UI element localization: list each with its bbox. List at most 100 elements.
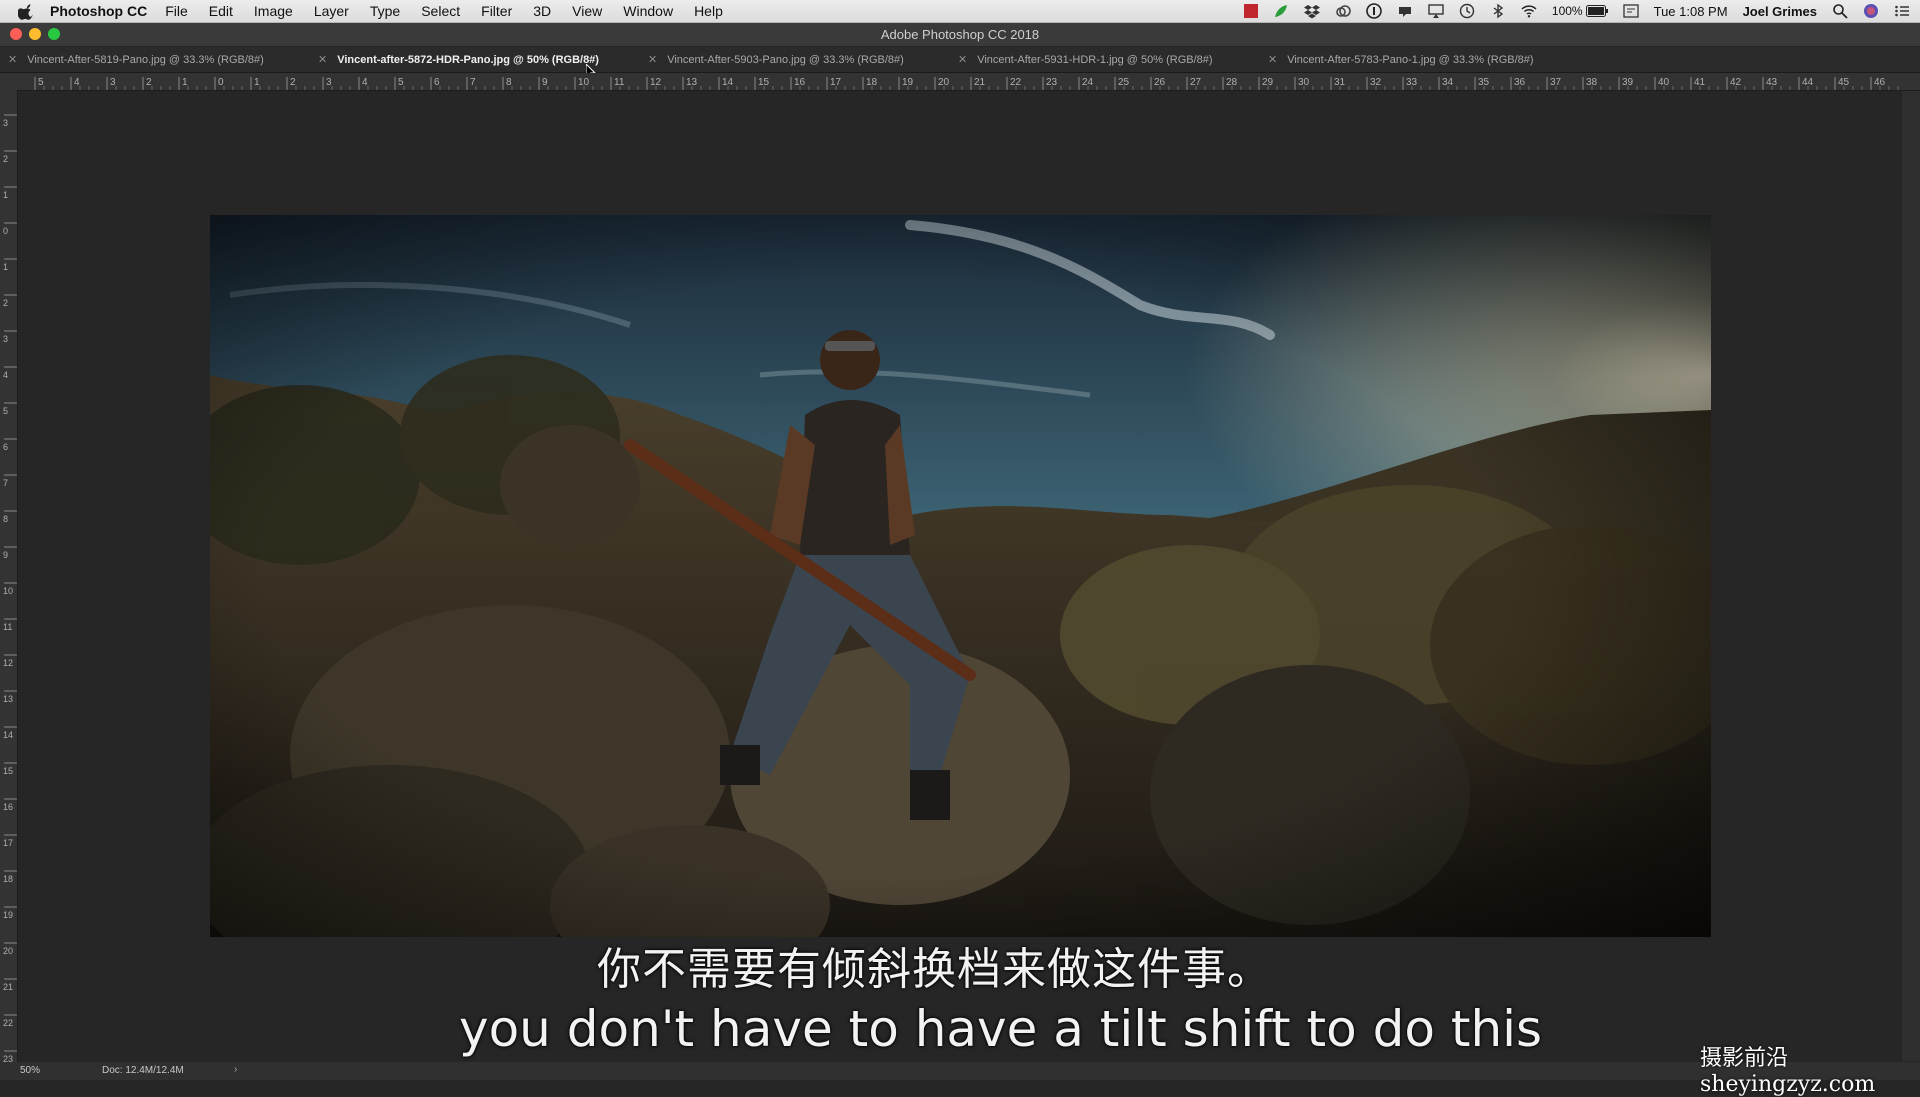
document-tab[interactable]: ✕ Vincent-After-5931-HDR-1.jpg @ 50% (RG…: [958, 47, 1213, 72]
wifi-icon[interactable]: [1521, 3, 1537, 19]
tab-close-icon[interactable]: ✕: [648, 53, 657, 66]
dropbox-icon[interactable]: [1303, 3, 1320, 19]
document-tab-active[interactable]: ✕ Vincent-after-5872-HDR-Pano.jpg @ 50% …: [318, 47, 599, 72]
ruler-label: 38: [1586, 77, 1598, 88]
tab-close-icon[interactable]: ✕: [958, 53, 967, 66]
status-menu-chevron-icon[interactable]: ›: [234, 1064, 237, 1075]
menu-filter[interactable]: Filter: [481, 3, 512, 19]
ruler-label: 9: [542, 77, 548, 88]
ruler-label: 20: [938, 77, 950, 88]
ruler-label: 0: [218, 77, 224, 88]
ruler-label: 2: [3, 154, 8, 164]
bluetooth-icon[interactable]: [1490, 3, 1506, 19]
menu-select[interactable]: Select: [421, 3, 460, 19]
ruler-label: 3: [3, 118, 8, 128]
notification-app-icon[interactable]: [1397, 3, 1413, 19]
menu-edit[interactable]: Edit: [209, 3, 233, 19]
ruler-label: 35: [1478, 77, 1490, 88]
vignette: [210, 215, 1711, 937]
tab-label[interactable]: Vincent-After-5931-HDR-1.jpg @ 50% (RGB/…: [977, 54, 1212, 66]
onepassword-icon[interactable]: [1366, 3, 1382, 19]
spotlight-search-icon[interactable]: [1832, 3, 1848, 19]
window-title-bar: Adobe Photoshop CC 2018: [0, 23, 1920, 46]
airplay-icon[interactable]: [1428, 3, 1444, 19]
watermark: 摄影前沿 sheyingzyz.com: [1700, 1046, 1876, 1097]
ruler-label: 4: [3, 370, 8, 380]
menu-layer[interactable]: Layer: [314, 3, 349, 19]
ruler-label: 24: [1082, 77, 1094, 88]
user-name[interactable]: Joel Grimes: [1743, 4, 1817, 19]
ruler-label: 12: [3, 658, 13, 668]
notification-center-icon[interactable]: [1894, 3, 1910, 19]
ruler-label: 17: [3, 838, 13, 848]
ruler-label: 26: [1154, 77, 1166, 88]
status-bar: 50% Doc: 12.4M/12.4M ›: [0, 1062, 1920, 1080]
subtitle-chinese: 你不需要有倾斜换档来做这件事。: [597, 944, 1272, 995]
ruler-label: 19: [902, 77, 914, 88]
ruler-label: 2: [146, 77, 152, 88]
ruler-label: 5: [3, 406, 8, 416]
ruler-label: 37: [1550, 77, 1562, 88]
document-tab[interactable]: ✕ Vincent-After-5903-Pano.jpg @ 33.3% (R…: [648, 47, 904, 72]
tab-label[interactable]: Vincent-after-5872-HDR-Pano.jpg @ 50% (R…: [337, 54, 599, 66]
ruler-label: 11: [614, 77, 625, 88]
window-zoom-button[interactable]: [48, 28, 60, 40]
vertical-scrollbar[interactable]: [1902, 91, 1920, 1061]
ruler-label: 43: [1766, 77, 1778, 88]
menu-image[interactable]: Image: [254, 3, 293, 19]
vertical-ruler[interactable]: 3210123456789101112131415161718192021222…: [0, 90, 18, 1062]
ruler-label: 33: [1406, 77, 1418, 88]
siri-icon[interactable]: [1863, 3, 1879, 19]
clock[interactable]: Tue 1:08 PM: [1654, 4, 1728, 19]
tab-label[interactable]: Vincent-After-5819-Pano.jpg @ 33.3% (RGB…: [27, 54, 264, 66]
ruler-label: 8: [3, 514, 8, 524]
ruler-label: 1: [254, 77, 260, 88]
ruler-label: 21: [3, 982, 13, 992]
menu-file[interactable]: File: [165, 3, 188, 19]
document-tab[interactable]: ✕ Vincent-After-5819-Pano.jpg @ 33.3% (R…: [8, 47, 264, 72]
desert-portrait-photo[interactable]: [210, 215, 1711, 937]
creative-cloud-icon[interactable]: [1335, 3, 1351, 19]
battery-percent[interactable]: 100%: [1552, 4, 1583, 18]
tab-label[interactable]: Vincent-After-5783-Pano-1.jpg @ 33.3% (R…: [1287, 54, 1533, 66]
tab-close-icon[interactable]: ✕: [318, 53, 327, 66]
battery-icon[interactable]: [1585, 5, 1608, 17]
zoom-level-field[interactable]: 50%: [20, 1065, 40, 1076]
window-minimize-button[interactable]: [29, 28, 41, 40]
ruler-label: 39: [1622, 77, 1634, 88]
horizontal-ruler[interactable]: 5 4 3 2 1 0 1 2 3 4 5 6 7 8 9 10 11 12 13 14 15 16 17 18 19 20 21 2…: [0, 73, 1920, 91]
ruler-label: 23: [3, 1054, 13, 1062]
menu-help[interactable]: Help: [694, 3, 723, 19]
apple-logo-icon[interactable]: [18, 2, 36, 20]
ruler-label: 18: [866, 77, 878, 88]
red-app-icon[interactable]: [1243, 4, 1258, 18]
menu-3d[interactable]: 3D: [533, 3, 551, 19]
subtitle-english: you don't have to have a tilt shift to d…: [459, 1000, 1543, 1058]
window-title: Adobe Photoshop CC 2018: [880, 27, 1040, 42]
ruler-label: 15: [758, 77, 770, 88]
ruler-label: 10: [578, 77, 590, 88]
ruler-label: 25: [1118, 77, 1130, 88]
menu-view[interactable]: View: [572, 3, 602, 19]
ruler-label: 31: [1334, 77, 1346, 88]
menu-window[interactable]: Window: [623, 3, 673, 19]
ruler-label: 2: [3, 298, 8, 308]
app-name-menu[interactable]: Photoshop CC: [50, 3, 147, 19]
ruler-label: 1: [3, 262, 8, 272]
window-close-button[interactable]: [10, 28, 22, 40]
ruler-label: 46: [1874, 77, 1886, 88]
ruler-label: 30: [1298, 77, 1310, 88]
input-menu-icon[interactable]: [1622, 3, 1639, 19]
ruler-label: 6: [3, 442, 8, 452]
ruler-label: 18: [3, 874, 13, 884]
tab-close-icon[interactable]: ✕: [1268, 53, 1277, 66]
tab-label[interactable]: Vincent-After-5903-Pano.jpg @ 33.3% (RGB…: [667, 54, 904, 66]
tab-close-icon[interactable]: ✕: [8, 53, 17, 66]
leaf-app-icon[interactable]: [1273, 3, 1289, 19]
ruler-label: 8: [506, 77, 512, 88]
document-size-info[interactable]: Doc: 12.4M/12.4M: [102, 1065, 184, 1076]
menu-type[interactable]: Type: [370, 3, 400, 19]
document-tab[interactable]: ✕ Vincent-After-5783-Pano-1.jpg @ 33.3% …: [1268, 47, 1534, 72]
ruler-label: 9: [3, 550, 8, 560]
time-machine-icon[interactable]: [1459, 3, 1475, 19]
